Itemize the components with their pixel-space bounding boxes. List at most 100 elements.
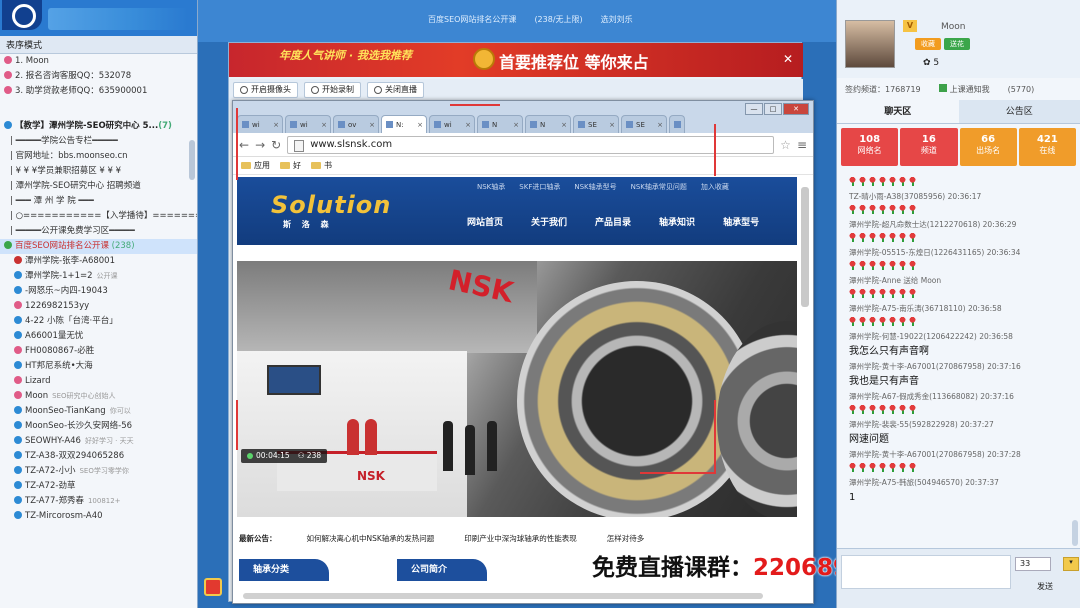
browser-tab[interactable]: wi × xyxy=(285,115,331,133)
sub-channel-item[interactable]: | 潭州学院-SEO研究中心 招聘频道 xyxy=(0,179,197,194)
member-item[interactable]: 4-22 小陈「台湾·平台」 xyxy=(0,314,197,329)
sub-channel-item[interactable]: | ━━━━━学院公告专栏━━━━━ xyxy=(0,134,197,149)
member-item[interactable]: TZ-A72-劲草 xyxy=(0,479,197,494)
list-item[interactable]: 2. 报名咨询客服QQ：532078 xyxy=(0,69,197,84)
site-top-link[interactable]: SKF进口轴承 xyxy=(519,182,560,192)
member-item[interactable]: A66001量无忧 xyxy=(0,329,197,344)
tab-close-icon[interactable]: × xyxy=(369,116,375,133)
browser-hscrollbar[interactable] xyxy=(243,593,763,599)
browser-tab[interactable]: SE × xyxy=(621,115,667,133)
member-item[interactable]: -网怒乐~内四-19043 xyxy=(0,284,197,299)
member-item[interactable]: TZ-A77-郑秀春 100812+ xyxy=(0,494,197,509)
browser-tab[interactable]: N: × xyxy=(381,115,427,133)
reload-icon[interactable]: ↻ xyxy=(271,138,281,152)
member-item[interactable]: MoonSeo-TianKang 你可以 xyxy=(0,404,197,419)
news-item[interactable]: 如何解决离心机中NSK轴承的发热问题 xyxy=(307,533,435,549)
sort-mode-label[interactable]: 表序模式 xyxy=(6,38,42,51)
banner-close-icon[interactable]: ✕ xyxy=(783,52,793,66)
site-logo[interactable]: Solution 斯 洛 森 xyxy=(271,191,391,229)
sort-mode-bar[interactable]: 表序模式 xyxy=(0,36,197,54)
site-nav-item[interactable]: 轴承型号 xyxy=(723,215,759,228)
bookmark-item[interactable]: 好 xyxy=(280,160,301,171)
sub-channel-item[interactable]: | ¥ ¥ ¥学员兼职招募区 ¥ ¥ ¥ xyxy=(0,164,197,179)
site-top-link[interactable]: NSK轴承型号 xyxy=(574,182,616,192)
news-item[interactable]: 印刷产业中深沟球轴承的性能表现 xyxy=(464,533,577,549)
tab-close-icon[interactable]: × xyxy=(273,116,279,133)
bookmark-item[interactable]: 应用 xyxy=(241,160,270,171)
checkbox-icon[interactable] xyxy=(938,83,947,92)
tab-chat[interactable]: 聊天区 xyxy=(837,100,959,123)
browser-scrollbar[interactable] xyxy=(801,187,809,307)
tab-close-icon[interactable]: × xyxy=(417,116,423,133)
sub-channel-item[interactable]: | 官网地址：bbs.moonseo.cn xyxy=(0,149,197,164)
site-nav-item[interactable]: 网站首页 xyxy=(467,215,503,228)
sidebar-scrollbar[interactable] xyxy=(189,140,195,180)
room-tab[interactable]: (238/无上限) xyxy=(534,14,582,25)
tab-close-icon[interactable]: × xyxy=(321,116,327,133)
group-header[interactable]: 【教学】潭州学院-SEO研究中心 5...(7) xyxy=(0,119,197,134)
browser-tab[interactable]: N × xyxy=(525,115,571,133)
sub-channel-item[interactable]: | ━━━━━公开课免费学习区━━━━━ xyxy=(0,224,197,239)
sub-channel-item[interactable]: | ○===========【入学播待】=======○ xyxy=(0,209,197,224)
browser-tab[interactable] xyxy=(669,115,685,133)
stat-tile[interactable]: 108 网络名 xyxy=(841,128,899,166)
send-options-icon[interactable]: ▾ xyxy=(1063,557,1079,571)
camera-button[interactable]: 开启摄像头 xyxy=(233,82,298,98)
member-item[interactable]: HT邦尼系统•大海 xyxy=(0,359,197,374)
chat-scrollbar[interactable] xyxy=(1072,520,1078,546)
stop-live-button[interactable]: 关闭直播 xyxy=(367,82,424,98)
tab-close-icon[interactable]: × xyxy=(465,116,471,133)
site-nav-item[interactable]: 关于我们 xyxy=(531,215,567,228)
stat-tile[interactable]: 16 频道 xyxy=(900,128,958,166)
member-item[interactable]: FH0080867-必胜 xyxy=(0,344,197,359)
site-top-link[interactable]: NSK轴承常见问题 xyxy=(631,182,687,192)
site-nav-item[interactable]: 轴承知识 xyxy=(659,215,695,228)
bookmark-star-icon[interactable]: ☆ xyxy=(780,138,791,152)
site-top-link[interactable]: 加入收藏 xyxy=(701,182,729,192)
close-window-icon[interactable]: ✕ xyxy=(783,103,809,115)
minimize-icon[interactable]: — xyxy=(745,103,763,115)
tab-announcement[interactable]: 公告区 xyxy=(958,100,1080,123)
menu-icon[interactable]: ≡ xyxy=(797,138,807,152)
notify-toggle[interactable]: 上课通知我 xyxy=(938,83,990,95)
room-current[interactable]: 百度SEO网站排名公开课 (238) xyxy=(0,239,197,254)
site-top-link[interactable]: NSK轴承 xyxy=(477,182,505,192)
sub-channel-item[interactable]: | ━━━ 潭 州 学 院 ━━━ xyxy=(0,194,197,209)
member-item[interactable]: SEOWHY-A46 好好学习 · 天天 xyxy=(0,434,197,449)
record-button[interactable]: 开始录制 xyxy=(304,82,361,98)
member-item[interactable]: 1226982153yy xyxy=(0,299,197,314)
tab-close-icon[interactable]: × xyxy=(513,116,519,133)
tab-close-icon[interactable]: × xyxy=(609,116,615,133)
font-size-select[interactable]: 33 xyxy=(1015,557,1051,571)
bookmark-item[interactable]: 书 xyxy=(311,160,332,171)
back-icon[interactable]: ← xyxy=(239,138,249,152)
browser-tab[interactable]: wi × xyxy=(237,115,283,133)
section-right[interactable]: 公司简介 xyxy=(397,559,487,581)
browser-tab[interactable]: ov × xyxy=(333,115,379,133)
browser-tab[interactable]: N × xyxy=(477,115,523,133)
gift-icon[interactable] xyxy=(204,578,222,596)
send-button[interactable]: 发送 xyxy=(1037,581,1061,595)
forward-icon[interactable]: → xyxy=(255,138,265,152)
news-item[interactable]: 怎样对待多 xyxy=(607,533,645,549)
stat-tile[interactable]: 421 在线 xyxy=(1018,128,1076,166)
stat-tile[interactable]: 66 出场名 xyxy=(959,128,1017,166)
chat-input[interactable] xyxy=(841,555,1011,589)
action-button[interactable]: 收藏 xyxy=(915,38,941,50)
browser-tab[interactable]: wi × xyxy=(429,115,475,133)
expand-icon[interactable] xyxy=(4,121,12,129)
room-tab[interactable]: 选刘刘乐 xyxy=(601,14,633,25)
member-item[interactable]: 潭州学院-张李-A68001 xyxy=(0,254,197,269)
tab-close-icon[interactable]: × xyxy=(657,116,663,133)
browser-tab[interactable]: SE × xyxy=(573,115,619,133)
member-item[interactable]: Moon SEO研究中心创始人 xyxy=(0,389,197,404)
member-item[interactable]: MoonSeo-长沙久安网络-56 xyxy=(0,419,197,434)
room-tab[interactable]: 百度SEO网站排名公开课 xyxy=(428,14,516,25)
hero-image[interactable]: NSK NSK 00:04:15 ⚇ 238 xyxy=(237,261,797,517)
site-nav-item[interactable]: 产品目录 xyxy=(595,215,631,228)
member-item[interactable]: TZ-A38-双双294065286 xyxy=(0,449,197,464)
promo-banner[interactable]: 年度人气讲师 · 我选我推荐 首要推荐位 等你来占 ✕ xyxy=(229,43,803,77)
tab-close-icon[interactable]: × xyxy=(561,116,567,133)
member-item[interactable]: Lizard xyxy=(0,374,197,389)
list-item[interactable]: 3. 助学贷款老师QQ：635900001 xyxy=(0,84,197,99)
